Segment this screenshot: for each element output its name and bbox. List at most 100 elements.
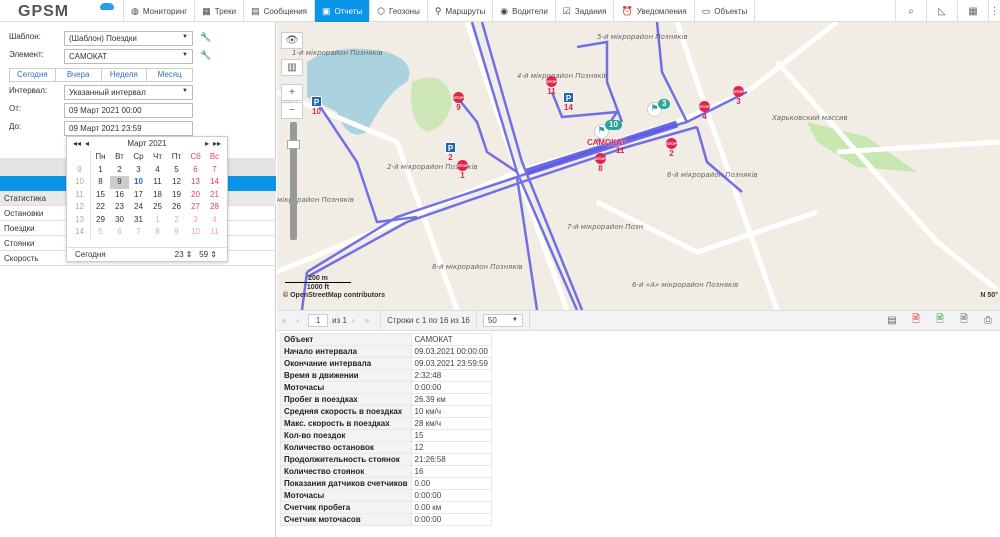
wrench-icon[interactable]: 🔧 bbox=[200, 50, 211, 61]
columns-icon[interactable]: ▤ bbox=[880, 315, 904, 326]
calendar-day[interactable]: 7 bbox=[205, 164, 224, 177]
calendar-day[interactable]: 25 bbox=[148, 201, 167, 214]
map-canvas[interactable]: 1-й мікрорайон Позняків2-й мікрорайон По… bbox=[277, 22, 1000, 310]
calendar-day[interactable]: 29 bbox=[91, 214, 110, 227]
calendar-day[interactable]: 1 bbox=[91, 164, 110, 177]
stop-marker[interactable]: STOP 11 bbox=[546, 76, 557, 96]
nav-bus[interactable]: ▭ Объекты bbox=[695, 0, 756, 22]
nav-route[interactable]: ⚲ Маршруты bbox=[428, 0, 494, 22]
calendar-day[interactable]: 28 bbox=[205, 201, 224, 214]
calendar-day[interactable]: 4 bbox=[205, 214, 224, 227]
next-year-button[interactable]: ▸▸ bbox=[213, 137, 221, 151]
parking-marker[interactable]: P2 bbox=[445, 142, 456, 162]
minute-spinner[interactable]: 59 bbox=[199, 250, 208, 259]
calendar-day[interactable]: 24 bbox=[129, 201, 148, 214]
nav-driver[interactable]: ◉ Водители bbox=[493, 0, 556, 22]
from-input[interactable]: 09 Март 2021 00:00 bbox=[64, 103, 193, 118]
pdf-export-icon[interactable]: 🗎 bbox=[904, 312, 928, 329]
calendar-day[interactable]: 9 bbox=[167, 226, 186, 239]
stop-marker[interactable]: STOP 4 bbox=[699, 101, 710, 121]
calendar-day[interactable]: 2 bbox=[110, 164, 129, 177]
export-icon[interactable]: 🗎 bbox=[952, 312, 976, 329]
prev-page-button[interactable]: ‹ bbox=[296, 316, 299, 325]
stop-marker[interactable]: STOP 1 bbox=[457, 160, 468, 180]
calendar-day[interactable]: 10 bbox=[129, 176, 148, 189]
calendar-day[interactable]: 22 bbox=[91, 201, 110, 214]
nav-messages[interactable]: ▤ Сообщения bbox=[244, 0, 315, 22]
visibility-button[interactable]: 👁 bbox=[281, 32, 303, 49]
layers-button[interactable]: ▥ bbox=[281, 59, 303, 76]
hour-spinner[interactable]: 23 bbox=[175, 250, 184, 259]
today-button[interactable]: Сегодня bbox=[75, 250, 106, 259]
calendar-day[interactable]: 16 bbox=[110, 189, 129, 202]
element-select[interactable]: САМОКАТ ▼ bbox=[64, 49, 193, 64]
next-month-button[interactable]: ▸ bbox=[205, 137, 209, 151]
zoom-slider[interactable] bbox=[287, 122, 300, 240]
calendar-day[interactable]: 4 bbox=[148, 164, 167, 177]
quick-week[interactable]: Неделя bbox=[102, 69, 148, 81]
parking-marker[interactable]: P 10 bbox=[311, 96, 322, 116]
parking-marker[interactable]: P 14 bbox=[563, 92, 574, 112]
stop-marker[interactable]: STOP 8 bbox=[595, 153, 606, 173]
quick-yesterday[interactable]: Вчера bbox=[56, 69, 102, 81]
nav-globe[interactable]: ◍ Мониторинг bbox=[124, 0, 196, 22]
nav-reports[interactable]: ▣ Отчеты bbox=[315, 0, 371, 22]
calendar-day[interactable]: 26 bbox=[167, 201, 186, 214]
nav-tasks[interactable]: ☑ Задания bbox=[556, 0, 615, 22]
calendar-day[interactable]: 5 bbox=[167, 164, 186, 177]
nav-geofence[interactable]: ⬡ Геозоны bbox=[370, 0, 428, 22]
attribution[interactable]: © OpenStreetMap contributors bbox=[283, 292, 385, 299]
calendar-day[interactable]: 31 bbox=[129, 214, 148, 227]
to-input[interactable]: 09 Март 2021 23:59 bbox=[64, 121, 193, 136]
calendar-day[interactable]: 3 bbox=[129, 164, 148, 177]
calendar-day[interactable]: 9 bbox=[110, 176, 129, 189]
cluster-badge[interactable]: 10 bbox=[605, 120, 622, 130]
nav-alarm[interactable]: ⏰ Уведомления bbox=[614, 0, 695, 22]
quick-today[interactable]: Сегодня bbox=[10, 69, 56, 81]
zoom-in-button[interactable]: + bbox=[281, 84, 303, 101]
calendar-day[interactable]: 5 bbox=[91, 226, 110, 239]
calendar-day[interactable]: 27 bbox=[186, 201, 205, 214]
calendar-day[interactable]: 11 bbox=[148, 176, 167, 189]
per-page-select[interactable]: 50 ▼ bbox=[482, 314, 523, 327]
logo[interactable]: GPSM bbox=[0, 0, 124, 22]
calendar-day[interactable]: 19 bbox=[167, 189, 186, 202]
search-button[interactable]: ⌕ bbox=[895, 0, 926, 22]
calendar-day[interactable]: 11 bbox=[205, 226, 224, 239]
first-page-button[interactable]: « bbox=[282, 316, 286, 325]
grid-button[interactable]: ▦ bbox=[957, 0, 988, 22]
calendar-day[interactable]: 1 bbox=[148, 214, 167, 227]
calendar-day[interactable]: 2 bbox=[167, 214, 186, 227]
more-button[interactable]: ⋮ bbox=[988, 0, 1000, 22]
prev-month-button[interactable]: ◂ bbox=[85, 137, 89, 151]
page-input[interactable]: 1 bbox=[308, 314, 329, 327]
calendar-day[interactable]: 7 bbox=[129, 226, 148, 239]
calendar-day[interactable]: 14 bbox=[205, 176, 224, 189]
nav-track[interactable]: ▦ Треки bbox=[195, 0, 245, 22]
calendar-day[interactable]: 6 bbox=[110, 226, 129, 239]
calendar-day[interactable]: 6 bbox=[186, 164, 205, 177]
calendar-day[interactable]: 12 bbox=[167, 176, 186, 189]
stop-marker[interactable]: STOP 2 bbox=[666, 138, 677, 158]
interval-select[interactable]: Указанный интервал ▼ bbox=[64, 85, 193, 100]
next-page-button[interactable]: › bbox=[352, 316, 355, 325]
calendar-day[interactable]: 23 bbox=[110, 201, 129, 214]
prev-year-button[interactable]: ◂◂ bbox=[73, 137, 81, 151]
calendar-day[interactable]: 15 bbox=[91, 189, 110, 202]
calendar-day[interactable]: 10 bbox=[186, 226, 205, 239]
excel-export-icon[interactable]: 🗎 bbox=[928, 312, 952, 329]
calendar-day[interactable]: 13 bbox=[186, 176, 205, 189]
zoom-out-button[interactable]: − bbox=[281, 102, 303, 119]
calendar-day[interactable]: 8 bbox=[91, 176, 110, 189]
wrench-icon[interactable]: 🔧 bbox=[200, 32, 211, 43]
calendar-day[interactable]: 30 bbox=[110, 214, 129, 227]
calendar-day[interactable]: 20 bbox=[186, 189, 205, 202]
calendar-day[interactable]: 8 bbox=[148, 226, 167, 239]
calendar-day[interactable]: 17 bbox=[129, 189, 148, 202]
ruler-button[interactable]: ◺ bbox=[926, 0, 957, 22]
calendar-day[interactable]: 3 bbox=[186, 214, 205, 227]
last-page-button[interactable]: » bbox=[365, 316, 369, 325]
quick-month[interactable]: Месяц bbox=[147, 69, 192, 81]
template-select[interactable]: (Шаблон) Поездки ▼ bbox=[64, 31, 193, 46]
map[interactable]: 1-й мікрорайон Позняків 2-й мікрорайон По… bbox=[277, 22, 1000, 310]
